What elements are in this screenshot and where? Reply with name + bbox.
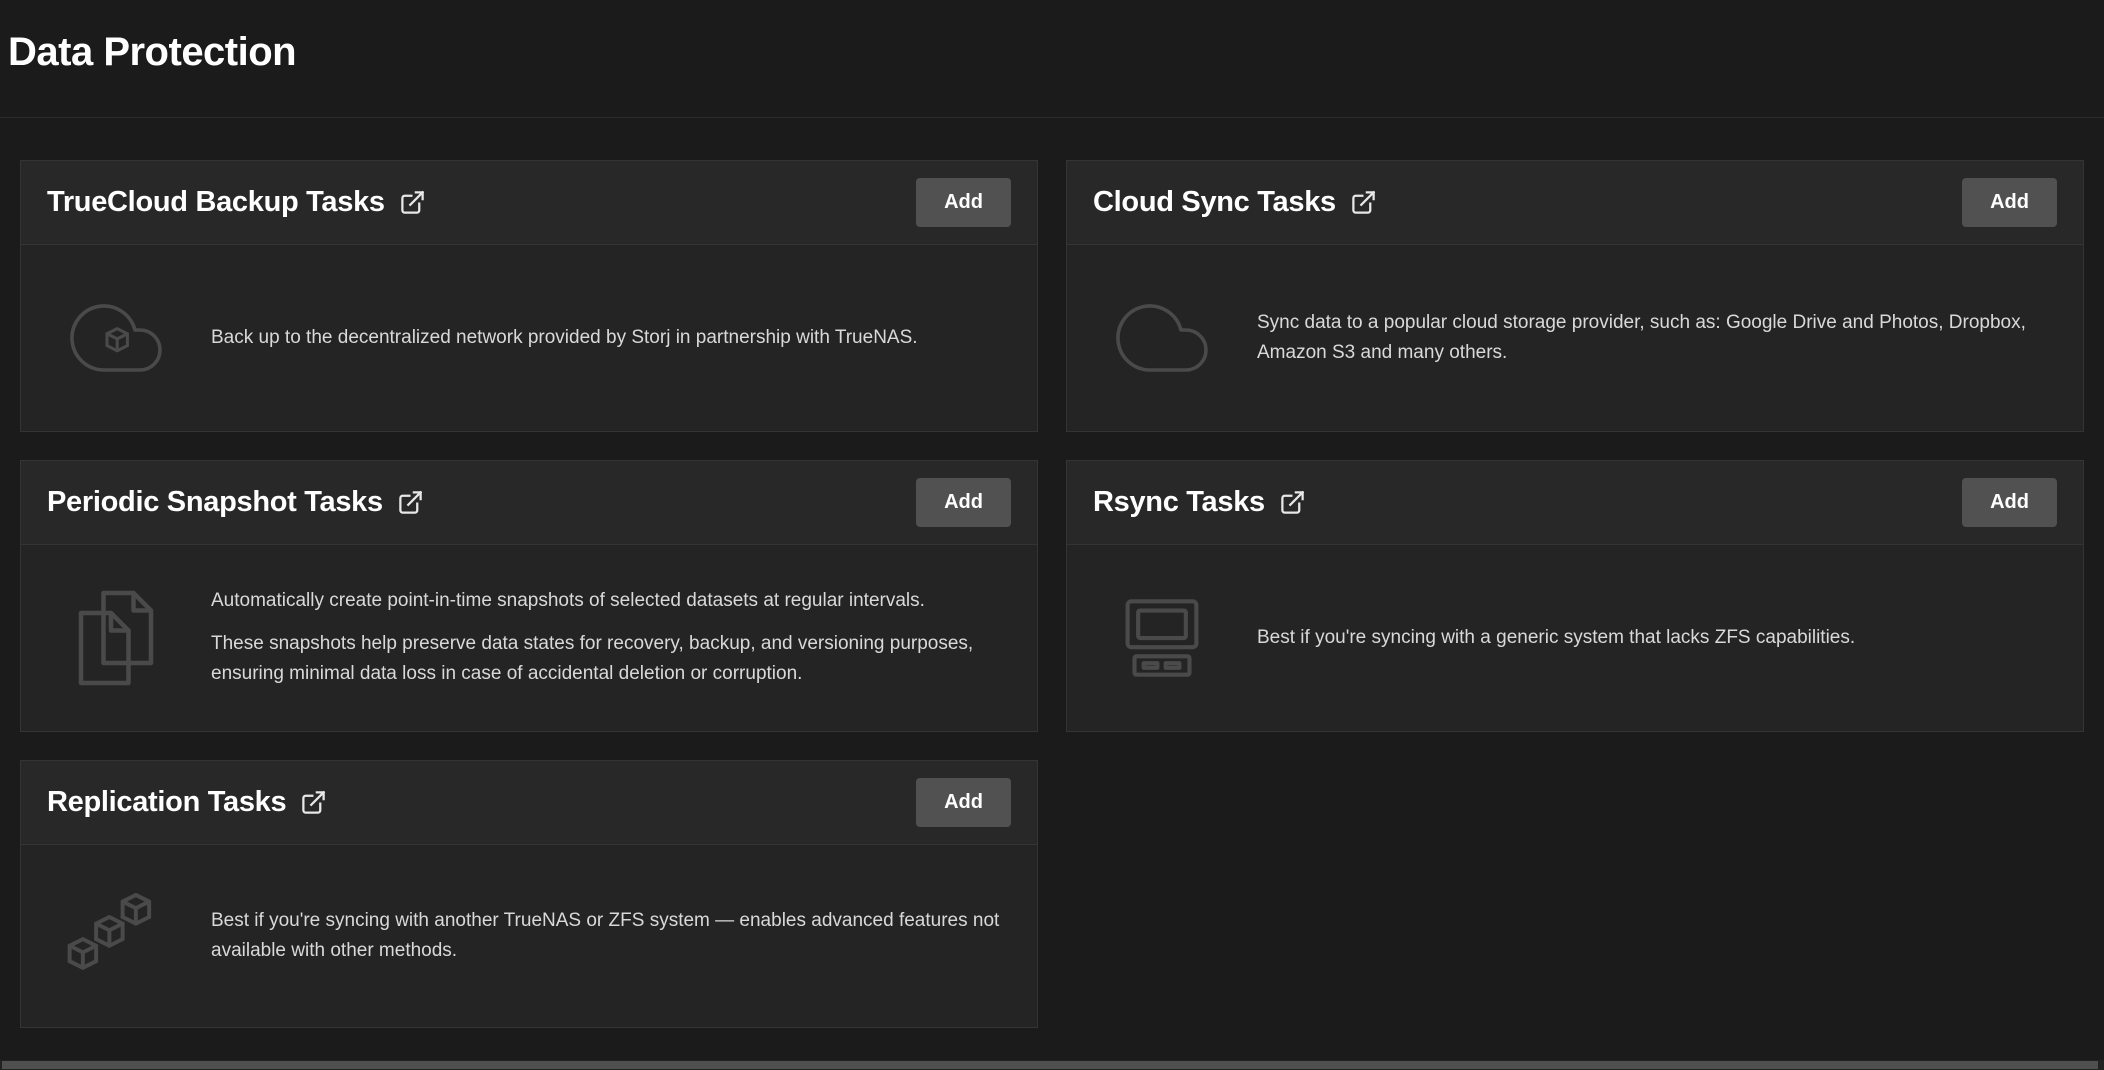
card-description: Best if you're syncing with a generic sy…	[1257, 623, 2055, 653]
card-header: Periodic Snapshot Tasks Add	[21, 461, 1037, 545]
card-title-link[interactable]: Periodic Snapshot Tasks	[47, 486, 424, 519]
page-divider	[0, 117, 2104, 118]
card-body: Sync data to a popular cloud storage pro…	[1067, 245, 2083, 431]
description-paragraph: These snapshots help preserve data state…	[211, 629, 1009, 690]
description-paragraph: Best if you're syncing with a generic sy…	[1257, 623, 2055, 653]
card-title-text: Periodic Snapshot Tasks	[47, 486, 383, 519]
card-title-link[interactable]: Cloud Sync Tasks	[1093, 186, 1377, 219]
add-button[interactable]: Add	[916, 778, 1011, 827]
card-replication-tasks: Replication Tasks Add Best if you're syn…	[20, 760, 1038, 1028]
card-truecloud-backup-tasks: TrueCloud Backup Tasks Add Back up to th…	[20, 160, 1038, 432]
card-title-link[interactable]: Replication Tasks	[47, 786, 327, 819]
description-paragraph: Sync data to a popular cloud storage pro…	[1257, 308, 2055, 369]
horizontal-scrollbar[interactable]	[0, 1060, 2104, 1070]
storj-cloud-icon	[21, 290, 211, 386]
horizontal-scrollbar-thumb[interactable]	[2, 1061, 2098, 1069]
card-title-text: Replication Tasks	[47, 786, 286, 819]
cards-grid: TrueCloud Backup Tasks Add Back up to th…	[0, 160, 2104, 1028]
card-body: Best if you're syncing with a generic sy…	[1067, 545, 2083, 731]
open-in-new-icon[interactable]	[397, 489, 424, 516]
card-body: Best if you're syncing with another True…	[21, 845, 1037, 1027]
add-button[interactable]: Add	[1962, 178, 2057, 227]
card-title-text: Rsync Tasks	[1093, 486, 1265, 519]
card-description: Sync data to a popular cloud storage pro…	[1257, 308, 2055, 369]
card-rsync-tasks: Rsync Tasks Add Best if	[1066, 460, 2084, 732]
description-paragraph: Automatically create point-in-time snaps…	[211, 586, 1009, 616]
computer-icon	[1067, 583, 1257, 693]
add-button[interactable]: Add	[916, 478, 1011, 527]
card-description: Best if you're syncing with another True…	[211, 906, 1009, 967]
page-title: Data Protection	[0, 30, 2104, 75]
card-description: Back up to the decentralized network pro…	[211, 323, 1009, 353]
open-in-new-icon[interactable]	[1350, 189, 1377, 216]
card-header: Replication Tasks Add	[21, 761, 1037, 845]
cloud-icon	[1067, 290, 1257, 386]
card-body: Back up to the decentralized network pro…	[21, 245, 1037, 431]
snapshot-documents-icon	[21, 572, 211, 704]
card-title-link[interactable]: Rsync Tasks	[1093, 486, 1306, 519]
card-periodic-snapshot-tasks: Periodic Snapshot Tasks Add Automat	[20, 460, 1038, 732]
card-header: Rsync Tasks Add	[1067, 461, 2083, 545]
description-paragraph: Best if you're syncing with another True…	[211, 906, 1009, 967]
card-body: Automatically create point-in-time snaps…	[21, 545, 1037, 731]
card-description: Automatically create point-in-time snaps…	[211, 586, 1009, 689]
card-title-link[interactable]: TrueCloud Backup Tasks	[47, 186, 426, 219]
card-header: TrueCloud Backup Tasks Add	[21, 161, 1037, 245]
description-paragraph: Back up to the decentralized network pro…	[211, 323, 1009, 353]
card-title-text: Cloud Sync Tasks	[1093, 186, 1336, 219]
card-title-text: TrueCloud Backup Tasks	[47, 186, 385, 219]
replication-cubes-icon	[21, 883, 211, 989]
card-cloud-sync-tasks: Cloud Sync Tasks Add Sync data to a popu…	[1066, 160, 2084, 432]
card-header: Cloud Sync Tasks Add	[1067, 161, 2083, 245]
open-in-new-icon[interactable]	[399, 189, 426, 216]
open-in-new-icon[interactable]	[300, 789, 327, 816]
open-in-new-icon[interactable]	[1279, 489, 1306, 516]
add-button[interactable]: Add	[916, 178, 1011, 227]
add-button[interactable]: Add	[1962, 478, 2057, 527]
